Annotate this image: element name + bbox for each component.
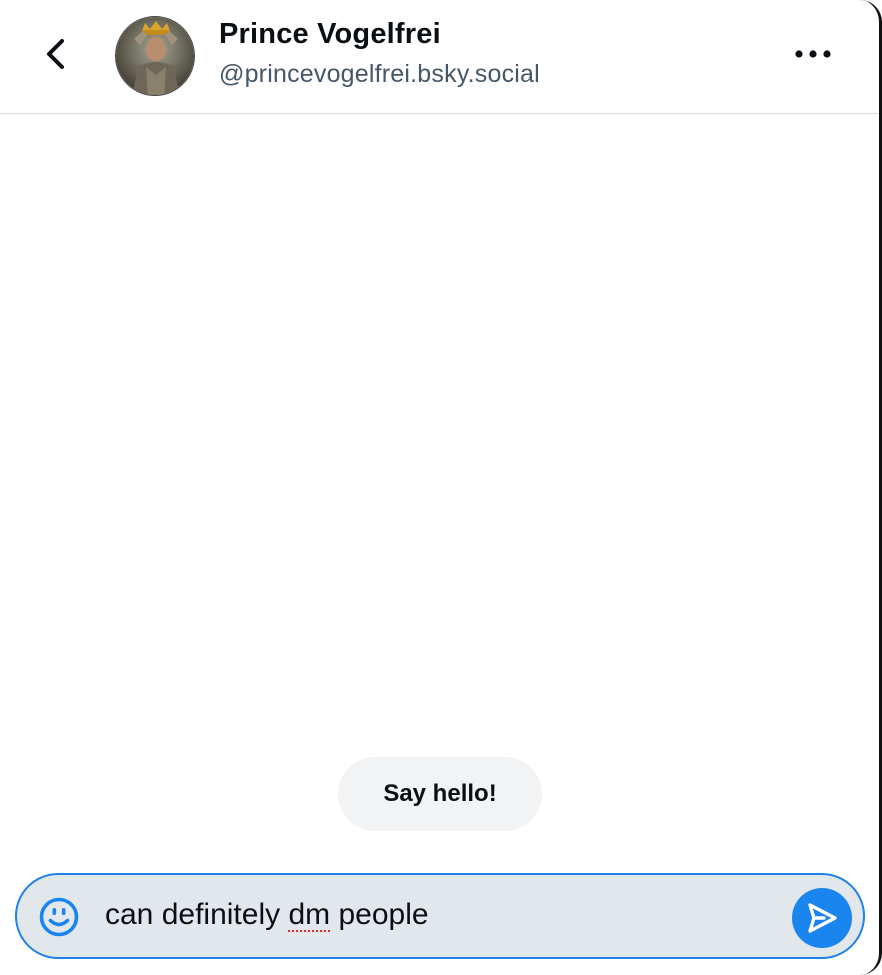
chevron-left-icon [47,39,64,69]
avatar[interactable] [115,16,195,96]
conversation-header: Prince Vogelfrei @princevogelfrei.bsky.s… [0,0,879,114]
chat-window: Prince Vogelfrei @princevogelfrei.bsky.s… [0,0,882,975]
misspelled-word[interactable]: dm [288,898,330,931]
contact-handle: @princevogelfrei.bsky.social [219,60,540,88]
message-text-part: can definitely [105,898,289,931]
send-button[interactable] [792,888,852,948]
message-text-part: people [330,898,429,931]
message-input[interactable]: can definitely dm people [105,898,429,932]
smiley-face-icon [39,897,79,937]
say-hello-button[interactable]: Say hello! [338,757,542,831]
more-options-button[interactable] [786,30,840,78]
message-composer[interactable]: can definitely dm people [15,873,865,959]
ellipsis-horizontal-icon [795,50,831,58]
paper-plane-icon [808,903,837,933]
contact-display-name[interactable]: Prince Vogelfrei [219,18,441,51]
profile-avatar-image [116,17,194,95]
back-button[interactable] [30,28,82,80]
emoji-picker-button[interactable] [37,895,81,939]
